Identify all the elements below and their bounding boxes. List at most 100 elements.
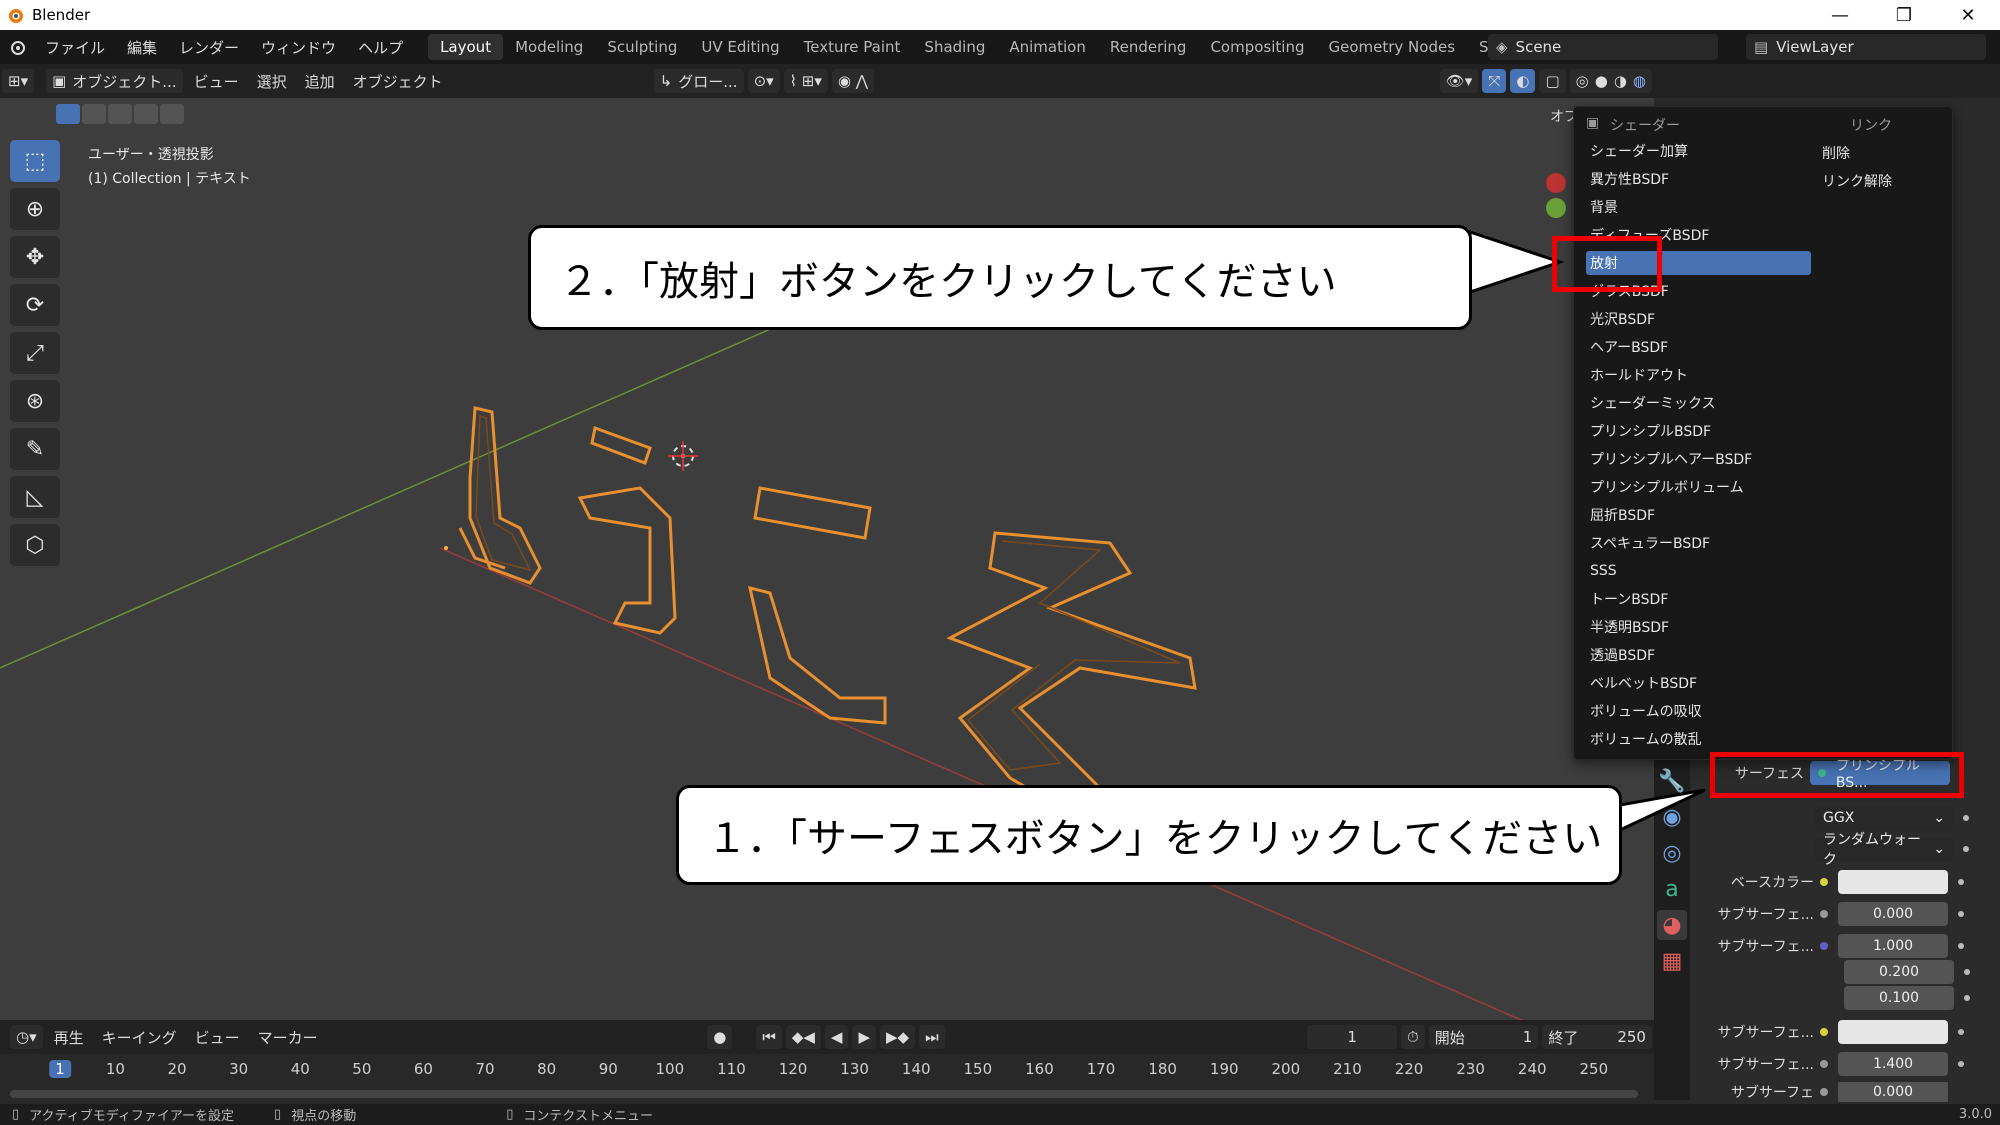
timeline-editor-icon[interactable]: ◷▾ bbox=[10, 1025, 43, 1049]
select-box-tool-icon[interactable]: ⬚ bbox=[10, 140, 60, 182]
minimize-button[interactable]: — bbox=[1808, 0, 1872, 30]
subsurface-radius-y-field[interactable]: 0.200 bbox=[1844, 960, 1954, 984]
tab-uv-editing[interactable]: UV Editing bbox=[689, 34, 791, 60]
menu-item-anisotropic-bsdf[interactable]: 異方性BSDF bbox=[1586, 167, 1811, 191]
subsurface-field[interactable]: 0.000 bbox=[1838, 902, 1948, 926]
tab-rendering[interactable]: Rendering bbox=[1098, 34, 1199, 60]
viewlayer-selector[interactable]: ▤ ViewLayer bbox=[1746, 34, 1986, 60]
menu-add[interactable]: 追加 bbox=[296, 71, 344, 92]
keyframe-dot-icon[interactable] bbox=[1964, 995, 1970, 1001]
scale-tool-icon[interactable]: ⤢ bbox=[10, 332, 60, 374]
timeline-menu-view[interactable]: ビュー bbox=[186, 1027, 249, 1048]
prev-keyframe-icon[interactable]: ◆◀ bbox=[785, 1025, 821, 1049]
end-frame-field[interactable]: 終了 250 bbox=[1542, 1025, 1652, 1049]
shading-modes[interactable]: ◎ ● ◑ ◍ bbox=[1569, 69, 1652, 93]
material-tab-icon[interactable]: ◕ bbox=[1657, 910, 1687, 940]
menu-item-principled-hair-bsdf[interactable]: プリンシプルヘアーBSDF bbox=[1586, 447, 1811, 471]
menu-item-translucent-bsdf[interactable]: 半透明BSDF bbox=[1586, 615, 1811, 639]
overlay-icon[interactable]: ◐ bbox=[1510, 69, 1536, 93]
menu-window[interactable]: ウィンドウ bbox=[250, 37, 347, 58]
subsurface-anisotropy-field[interactable]: 0.000 bbox=[1838, 1082, 1948, 1102]
editor-type-icon[interactable]: ⊞▾ bbox=[2, 69, 35, 93]
next-keyframe-icon[interactable]: ▶◆ bbox=[880, 1025, 916, 1049]
menu-item-hair-bsdf[interactable]: ヘアーBSDF bbox=[1586, 335, 1811, 359]
wireframe-shading-icon[interactable]: ◎ bbox=[1576, 72, 1589, 90]
visibility-icon[interactable]: 👁▾ bbox=[1439, 69, 1479, 93]
play-icon[interactable]: ▶ bbox=[852, 1025, 876, 1049]
texture-tab-icon[interactable]: ▦ bbox=[1657, 946, 1687, 976]
select-intersect-icon[interactable] bbox=[160, 104, 184, 124]
menu-select[interactable]: 選択 bbox=[248, 71, 296, 92]
timeline-ruler[interactable]: 1 10 20 30 40 50 60 70 80 90 100 110 120 130 140 150 160… bbox=[0, 1054, 1654, 1104]
menu-item-velvet-bsdf[interactable]: ベルベットBSDF bbox=[1586, 671, 1811, 695]
tab-layout[interactable]: Layout bbox=[428, 34, 504, 60]
data-tab-icon[interactable]: a bbox=[1657, 874, 1687, 904]
material-shading-icon[interactable]: ◑ bbox=[1614, 72, 1627, 90]
transform-orientation[interactable]: ↳ グロー... bbox=[653, 69, 744, 93]
snap-icon[interactable]: ⌇ ⊞▾ bbox=[783, 69, 828, 93]
menu-item-add-shader[interactable]: シェーダー加算 bbox=[1586, 139, 1811, 163]
keyframe-dot-icon[interactable] bbox=[1963, 815, 1969, 821]
timeline-menu-keying[interactable]: キーイング bbox=[93, 1027, 186, 1048]
menu-item-volume-scatter[interactable]: ボリュームの散乱 bbox=[1586, 727, 1811, 751]
select-new-icon[interactable] bbox=[56, 104, 80, 124]
menu-item-mix-shader[interactable]: シェーダーミックス bbox=[1586, 391, 1811, 415]
close-button[interactable]: ✕ bbox=[1936, 0, 2000, 30]
annotate-tool-icon[interactable]: ✎ bbox=[10, 428, 60, 470]
add-cube-tool-icon[interactable]: ⬡ bbox=[10, 524, 60, 566]
scene-selector[interactable]: ◈ Scene bbox=[1488, 34, 1718, 60]
record-icon[interactable]: ● bbox=[707, 1025, 733, 1049]
menu-edit[interactable]: 編集 bbox=[116, 37, 168, 58]
menu-item-volume-absorption[interactable]: ボリュームの吸収 bbox=[1586, 699, 1811, 723]
keyframe-dot-icon[interactable] bbox=[1964, 969, 1970, 975]
select-invert-icon[interactable] bbox=[134, 104, 158, 124]
blender-menu-icon[interactable] bbox=[0, 37, 34, 57]
measure-tool-icon[interactable]: ◺ bbox=[10, 476, 60, 518]
subsurface-radius-z-field[interactable]: 0.100 bbox=[1844, 986, 1954, 1010]
rendered-shading-icon[interactable]: ◍ bbox=[1633, 72, 1646, 90]
tab-sculpting[interactable]: Sculpting bbox=[595, 34, 689, 60]
menu-item-refraction-bsdf[interactable]: 屈折BSDF bbox=[1586, 503, 1811, 527]
menu-item-principled-bsdf[interactable]: プリンシプルBSDF bbox=[1586, 419, 1811, 443]
subsurface-ior-field[interactable]: 1.400 bbox=[1838, 1052, 1948, 1076]
menu-view[interactable]: ビュー bbox=[185, 71, 248, 92]
transform-tool-icon[interactable]: ⊛ bbox=[10, 380, 60, 422]
menu-item-holdout[interactable]: ホールドアウト bbox=[1586, 363, 1811, 387]
start-frame-field[interactable]: 開始 1 bbox=[1428, 1025, 1539, 1049]
menu-item-transparent-bsdf[interactable]: 透過BSDF bbox=[1586, 643, 1811, 667]
stopwatch-icon[interactable]: ⏱ bbox=[1401, 1025, 1425, 1049]
keyframe-dot-icon[interactable] bbox=[1958, 879, 1964, 885]
tab-geometry-nodes[interactable]: Geometry Nodes bbox=[1316, 34, 1467, 60]
select-extend-icon[interactable] bbox=[82, 104, 106, 124]
solid-shading-icon[interactable]: ● bbox=[1595, 72, 1608, 90]
timeline-menu-playback[interactable]: 再生 bbox=[45, 1027, 93, 1048]
menu-item-principled-volume[interactable]: プリンシプルボリューム bbox=[1586, 475, 1811, 499]
tab-animation[interactable]: Animation bbox=[997, 34, 1097, 60]
menu-item-toon-bsdf[interactable]: トーンBSDF bbox=[1586, 587, 1811, 611]
menu-item-disconnect[interactable]: リンク解除 bbox=[1822, 171, 1892, 191]
proportional-edit-icon[interactable]: ◉ ⋀ bbox=[831, 69, 875, 93]
menu-item-specular-bsdf[interactable]: スペキュラーBSDF bbox=[1586, 531, 1811, 555]
tab-compositing[interactable]: Compositing bbox=[1198, 34, 1316, 60]
timeline-scrollbar[interactable] bbox=[10, 1090, 1638, 1098]
current-frame-field[interactable]: 1 bbox=[1307, 1025, 1397, 1049]
keyframe-dot-icon[interactable] bbox=[1958, 1061, 1964, 1067]
particles-tab-icon[interactable]: ◉ bbox=[1657, 802, 1687, 832]
restore-button[interactable]: ❐ bbox=[1872, 0, 1936, 30]
cursor-tool-icon[interactable]: ⊕ bbox=[10, 188, 60, 230]
subsurface-radius-x-field[interactable]: 1.000 bbox=[1838, 934, 1948, 958]
menu-help[interactable]: ヘルプ bbox=[347, 37, 414, 58]
timeline-menu-marker[interactable]: マーカー bbox=[249, 1027, 327, 1048]
tab-shading[interactable]: Shading bbox=[912, 34, 997, 60]
menu-item-background[interactable]: 背景 bbox=[1586, 195, 1811, 219]
tab-texture-paint[interactable]: Texture Paint bbox=[792, 34, 913, 60]
menu-file[interactable]: ファイル bbox=[34, 37, 116, 58]
xray-icon[interactable]: ▢ bbox=[1539, 69, 1566, 93]
keyframe-dot-icon[interactable] bbox=[1958, 1029, 1964, 1035]
keyframe-dot-icon[interactable] bbox=[1958, 943, 1964, 949]
modifier-tab-icon[interactable]: 🔧 bbox=[1657, 766, 1687, 796]
tab-modeling[interactable]: Modeling bbox=[503, 34, 595, 60]
physics-tab-icon[interactable]: ◎ bbox=[1657, 838, 1687, 868]
menu-object[interactable]: オブジェクト bbox=[344, 71, 452, 92]
distribution-dropdown[interactable]: GGX ⌄ bbox=[1815, 806, 1953, 830]
